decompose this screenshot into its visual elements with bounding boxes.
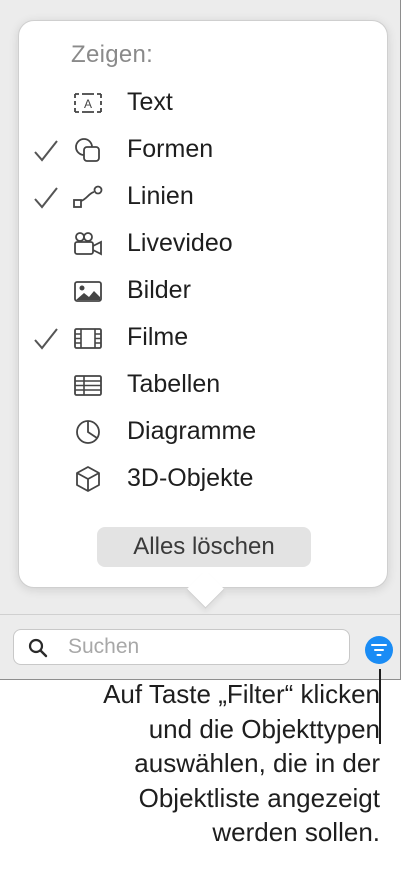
- filter-item-tables[interactable]: Tabellen: [19, 365, 387, 405]
- filter-item-label: Formen: [127, 135, 214, 163]
- filter-item-3d-objects[interactable]: 3D-Objekte: [19, 459, 387, 499]
- filter-icon: [371, 644, 387, 656]
- filter-item-lines[interactable]: Linien: [19, 177, 387, 217]
- checkmark-icon: [33, 185, 59, 211]
- filter-item-label: Text: [127, 88, 173, 116]
- checkmark-icon: [33, 138, 59, 164]
- search-field[interactable]: [13, 629, 350, 665]
- pie-chart-icon: [71, 418, 105, 446]
- callout-line-text: Auf Taste „Filter“ klicken: [103, 679, 380, 709]
- filter-item-label: Linien: [127, 182, 194, 210]
- filter-button[interactable]: [365, 636, 393, 664]
- image-icon: [71, 277, 105, 305]
- filter-item-images[interactable]: Bilder: [19, 271, 387, 311]
- filter-item-live-video[interactable]: Livevideo: [19, 224, 387, 264]
- search-input[interactable]: [68, 632, 338, 662]
- checkmark-icon: [33, 326, 59, 352]
- cube-icon: [71, 465, 105, 493]
- filter-popover: Zeigen: A Text Formen Linien Livevideo B…: [18, 20, 388, 588]
- callout-line-text: auswählen, die in der: [134, 748, 380, 778]
- callout-line-text: und die Objekttypen: [148, 713, 380, 744]
- filter-item-movies[interactable]: Filme: [19, 318, 387, 358]
- table-icon: [71, 371, 105, 399]
- filter-item-label: Bilder: [127, 276, 191, 304]
- live-video-icon: [71, 230, 105, 258]
- text-box-icon: A: [71, 89, 105, 117]
- film-icon: [71, 324, 105, 352]
- divider: [0, 614, 400, 615]
- lines-icon: [71, 183, 105, 211]
- callout-text: Auf Taste „Filter“ klicken und die Objek…: [40, 677, 380, 850]
- search-icon: [28, 638, 48, 658]
- filter-item-label: 3D-Objekte: [127, 464, 254, 492]
- shapes-icon: [71, 136, 105, 164]
- svg-text:A: A: [84, 97, 92, 111]
- filter-item-shapes[interactable]: Formen: [19, 130, 387, 170]
- filter-item-label: Livevideo: [127, 229, 233, 257]
- filter-item-text[interactable]: A Text: [19, 83, 387, 123]
- clear-all-button[interactable]: Alles löschen: [97, 527, 311, 567]
- filter-item-charts[interactable]: Diagramme: [19, 412, 387, 452]
- filter-item-label: Diagramme: [127, 417, 257, 445]
- callout-line-text: werden sollen.: [212, 817, 380, 847]
- filter-item-label: Filme: [127, 323, 189, 351]
- callout-line-text: Objektliste angezeigt: [138, 782, 380, 813]
- filter-item-label: Tabellen: [127, 370, 221, 398]
- object-list-panel: Zeigen: A Text Formen Linien Livevideo B…: [0, 0, 401, 680]
- popover-heading: Zeigen:: [71, 41, 154, 68]
